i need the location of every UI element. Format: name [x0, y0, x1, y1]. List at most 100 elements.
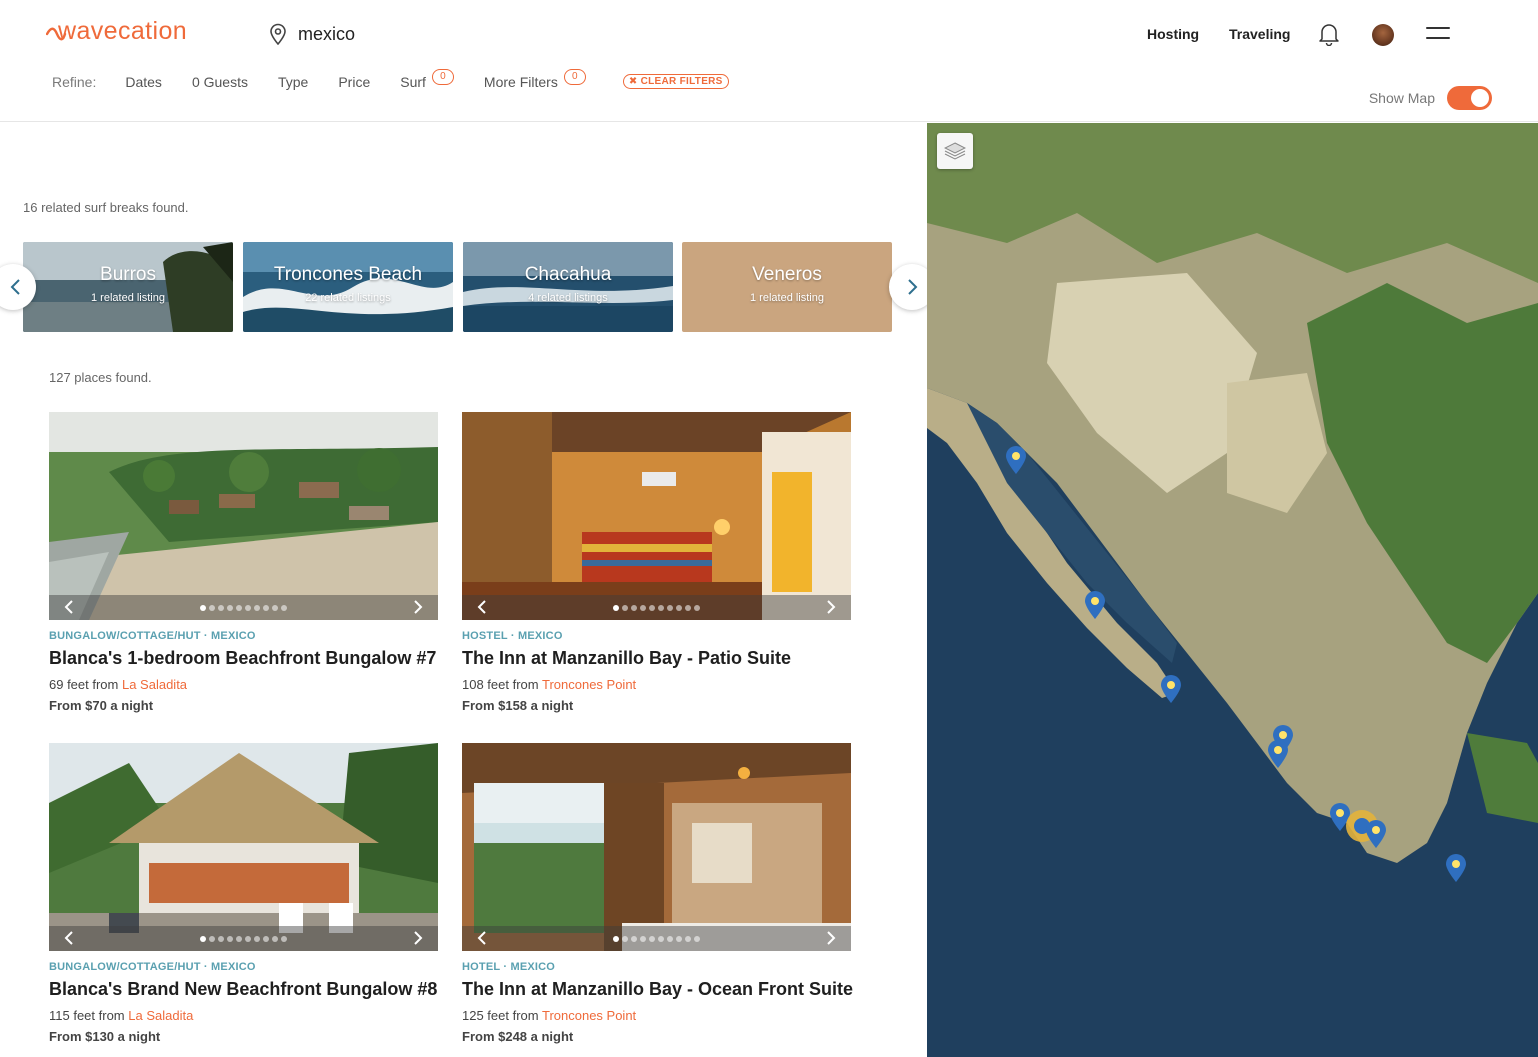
photo-dot[interactable]	[254, 935, 260, 942]
filter-guests[interactable]: 0 Guests	[192, 74, 248, 90]
filter-dates[interactable]: Dates	[125, 74, 162, 90]
distance-text: 108 feet from	[462, 677, 542, 692]
listing-photo[interactable]	[462, 743, 851, 951]
photo-dot[interactable]	[281, 935, 287, 942]
photo-dot[interactable]	[685, 604, 691, 611]
wavecation-logo[interactable]: wavecation	[46, 14, 218, 50]
photo-dot[interactable]	[254, 604, 260, 611]
photo-dot[interactable]	[640, 604, 646, 611]
surf-spot-marker[interactable]	[1267, 739, 1289, 769]
photo-next-button[interactable]	[821, 928, 841, 948]
surf-break-card[interactable]: Burros 1 related listing	[23, 242, 233, 332]
photo-prev-button[interactable]	[59, 597, 79, 617]
photo-prev-button[interactable]	[59, 928, 79, 948]
photo-dot[interactable]	[667, 604, 673, 611]
photo-dot[interactable]	[209, 935, 215, 942]
surf-break-listings: 22 related listings	[305, 292, 391, 304]
photo-dot[interactable]	[631, 604, 637, 611]
photo-dot[interactable]	[658, 604, 664, 611]
photo-dot[interactable]	[649, 604, 655, 611]
photo-dot[interactable]	[200, 935, 206, 942]
photo-dot[interactable]	[658, 935, 664, 942]
bungalow-photo	[49, 743, 438, 951]
listing-title[interactable]: The Inn at Manzanillo Bay - Ocean Front …	[462, 979, 853, 1000]
clear-filters-button[interactable]: ✖ CLEAR FILTERS	[622, 73, 729, 89]
photo-dot[interactable]	[676, 935, 682, 942]
photo-prev-button[interactable]	[472, 928, 492, 948]
photo-dot[interactable]	[622, 935, 628, 942]
listing-title[interactable]: Blanca's Brand New Beachfront Bungalow #…	[49, 979, 438, 1000]
photo-next-button[interactable]	[408, 597, 428, 617]
location-search[interactable]	[268, 20, 498, 48]
photo-dot[interactable]	[622, 604, 628, 611]
photo-next-button[interactable]	[821, 597, 841, 617]
listing-price: From $248 a night	[462, 1029, 574, 1044]
filter-surf[interactable]: Surf 0	[400, 69, 454, 90]
photo-dot[interactable]	[263, 604, 269, 611]
hamburger-menu-icon[interactable]	[1426, 27, 1450, 41]
photo-dot[interactable]	[640, 935, 646, 942]
listing-title[interactable]: Blanca's 1-bedroom Beachfront Bungalow #…	[49, 648, 438, 669]
photo-dot[interactable]	[227, 935, 233, 942]
filter-type[interactable]: Type	[278, 74, 308, 90]
surf-break-photo	[243, 242, 453, 332]
surf-spot-marker[interactable]	[1445, 853, 1467, 883]
bell-icon[interactable]	[1318, 22, 1340, 46]
photo-next-button[interactable]	[408, 928, 428, 948]
photo-dot[interactable]	[272, 604, 278, 611]
photo-dot[interactable]	[218, 935, 224, 942]
photo-dot[interactable]	[281, 604, 287, 611]
photo-dot[interactable]	[685, 935, 691, 942]
photo-dot[interactable]	[631, 935, 637, 942]
photo-dot[interactable]	[236, 604, 242, 611]
listing-card[interactable]: HOSTEL · MEXICO The Inn at Manzanillo Ba…	[462, 412, 851, 713]
listing-photo[interactable]	[462, 412, 851, 620]
search-input[interactable]	[298, 23, 498, 45]
photo-dot[interactable]	[200, 604, 206, 611]
surf-breaks-next-button[interactable]	[889, 264, 927, 310]
user-avatar[interactable]	[1372, 24, 1394, 46]
photo-dot[interactable]	[676, 604, 682, 611]
surf-spot-link[interactable]: La Saladita	[128, 1008, 193, 1023]
listing-card[interactable]: BUNGALOW/COTTAGE/HUT · MEXICO Blanca's 1…	[49, 412, 438, 713]
photo-dot[interactable]	[263, 935, 269, 942]
photo-dot[interactable]	[236, 935, 242, 942]
photo-dot[interactable]	[694, 935, 700, 942]
map-layers-button[interactable]	[937, 133, 973, 169]
surf-spot-link[interactable]: Troncones Point	[542, 677, 636, 692]
filter-more[interactable]: More Filters 0	[484, 69, 586, 90]
surf-spot-marker[interactable]	[1084, 590, 1106, 620]
surf-breaks-count: 16 related surf breaks found.	[23, 200, 189, 215]
listing-photo[interactable]	[49, 743, 438, 951]
photo-dot[interactable]	[245, 604, 251, 611]
surf-spot-marker[interactable]	[1005, 445, 1027, 475]
surf-break-card[interactable]: Veneros 1 related listing	[682, 242, 892, 332]
photo-prev-button[interactable]	[472, 597, 492, 617]
photo-dot[interactable]	[227, 604, 233, 611]
listing-photo[interactable]	[49, 412, 438, 620]
satellite-map[interactable]	[927, 123, 1538, 1057]
photo-dot[interactable]	[272, 935, 278, 942]
surf-spot-marker[interactable]	[1365, 819, 1387, 849]
filter-price[interactable]: Price	[338, 74, 370, 90]
photo-dot[interactable]	[694, 604, 700, 611]
surf-break-card[interactable]: Chacahua 4 related listings	[463, 242, 673, 332]
photo-dot[interactable]	[613, 604, 619, 611]
surf-spot-link[interactable]: La Saladita	[122, 677, 187, 692]
listing-title[interactable]: The Inn at Manzanillo Bay - Patio Suite	[462, 648, 851, 669]
hosting-link[interactable]: Hosting	[1147, 26, 1199, 42]
photo-dots	[200, 935, 287, 942]
photo-dot[interactable]	[218, 604, 224, 611]
show-map-toggle[interactable]	[1447, 86, 1492, 110]
listing-card[interactable]: BUNGALOW/COTTAGE/HUT · MEXICO Blanca's B…	[49, 743, 438, 1044]
photo-dot[interactable]	[613, 935, 619, 942]
surf-break-card[interactable]: Troncones Beach 22 related listings	[243, 242, 453, 332]
photo-dot[interactable]	[649, 935, 655, 942]
surf-spot-marker[interactable]	[1160, 674, 1182, 704]
photo-dot[interactable]	[209, 604, 215, 611]
surf-spot-link[interactable]: Troncones Point	[542, 1008, 636, 1023]
photo-dot[interactable]	[667, 935, 673, 942]
photo-dot[interactable]	[245, 935, 251, 942]
traveling-link[interactable]: Traveling	[1229, 26, 1290, 42]
listing-card[interactable]: HOTEL · MEXICO The Inn at Manzanillo Bay…	[462, 743, 853, 1044]
